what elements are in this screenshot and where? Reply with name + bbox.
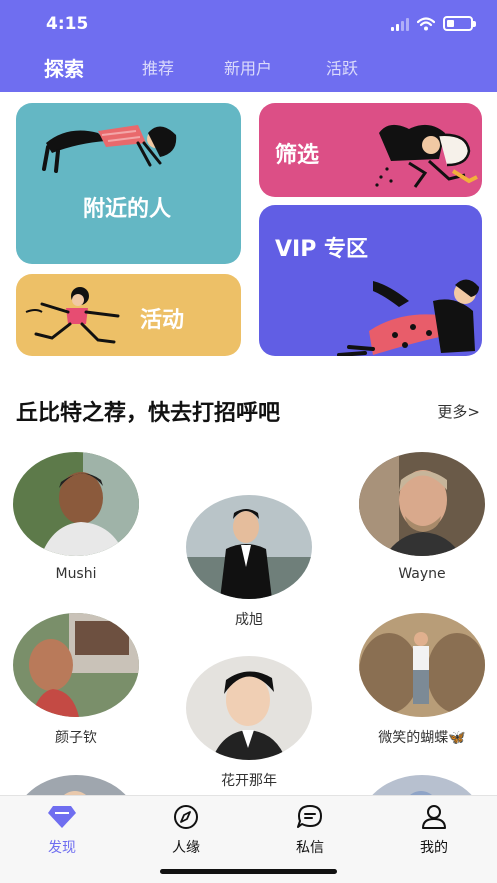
battery-icon (443, 16, 476, 31)
person-icon (422, 805, 446, 829)
more-link[interactable]: 更多> (437, 401, 480, 422)
nearby-people-card[interactable]: 附近的人 (16, 103, 241, 264)
signal-icon (391, 17, 409, 31)
app-screen: 4:15 探索 推荐 新用户 活跃 附近的人 筛选 活动 VIP 专区 丘比特之… (0, 0, 497, 883)
nav-label: 私信 (296, 840, 324, 856)
user-name: 成旭 (235, 612, 263, 628)
event-label: 活动 (140, 308, 185, 333)
avatar (13, 613, 139, 717)
user-name: 花开那年 (221, 773, 277, 789)
coffee-cup-illustration (375, 124, 478, 188)
user-card[interactable]: 成旭 (186, 495, 312, 629)
user-name: Mushi (55, 566, 97, 582)
floating-person-illustration (42, 125, 177, 173)
avatar (13, 452, 139, 556)
user-name: Wayne (398, 566, 446, 582)
nav-label: 人缘 (172, 840, 200, 856)
user-card[interactable]: 微笑的蝴蝶🦋 (359, 613, 485, 747)
nav-discover[interactable]: 发现 (22, 804, 102, 857)
user-name: 微笑的蝴蝶🦋 (378, 730, 466, 746)
nav-connections[interactable]: 人缘 (146, 804, 226, 857)
user-name: 颜子钦 (55, 730, 97, 746)
tab-new-users[interactable]: 新用户 (224, 52, 272, 86)
user-card[interactable]: Wayne (359, 452, 485, 582)
event-card[interactable]: 活动 (16, 274, 241, 356)
message-icon (297, 805, 322, 828)
top-tabs: 探索 推荐 新用户 活跃 (0, 52, 497, 86)
user-card[interactable]: 花开那年 (186, 656, 312, 790)
avatar (359, 452, 485, 556)
header: 4:15 探索 推荐 新用户 活跃 (0, 0, 497, 92)
diamond-icon (48, 806, 76, 828)
filter-card[interactable]: 筛选 (259, 103, 482, 197)
nav-label: 发现 (48, 840, 76, 856)
nearby-people-label: 附近的人 (83, 197, 172, 222)
filter-label: 筛选 (275, 143, 320, 168)
nav-profile[interactable]: 我的 (394, 804, 474, 857)
vip-zone-card[interactable]: VIP 专区 (259, 205, 482, 356)
wifi-icon (417, 16, 435, 30)
status-time: 4:15 (46, 14, 89, 34)
section-title: 丘比特之荐，快去打招呼吧 (16, 401, 281, 426)
avatar (186, 656, 312, 760)
reclining-person-illustration (337, 279, 479, 356)
avatar (359, 613, 485, 717)
user-card[interactable]: Mushi (13, 452, 139, 582)
tab-recommend[interactable]: 推荐 (142, 52, 174, 86)
avatar (186, 495, 312, 599)
user-card[interactable]: 颜子钦 (13, 613, 139, 747)
compass-icon (174, 805, 198, 829)
status-icons (391, 16, 476, 31)
vip-zone-label: VIP 专区 (275, 237, 368, 262)
nav-messages[interactable]: 私信 (270, 804, 350, 857)
tab-explore[interactable]: 探索 (44, 52, 84, 86)
running-person-illustration (25, 287, 120, 344)
home-indicator (160, 869, 337, 874)
nav-label: 我的 (420, 840, 448, 856)
tab-active[interactable]: 活跃 (326, 52, 358, 86)
